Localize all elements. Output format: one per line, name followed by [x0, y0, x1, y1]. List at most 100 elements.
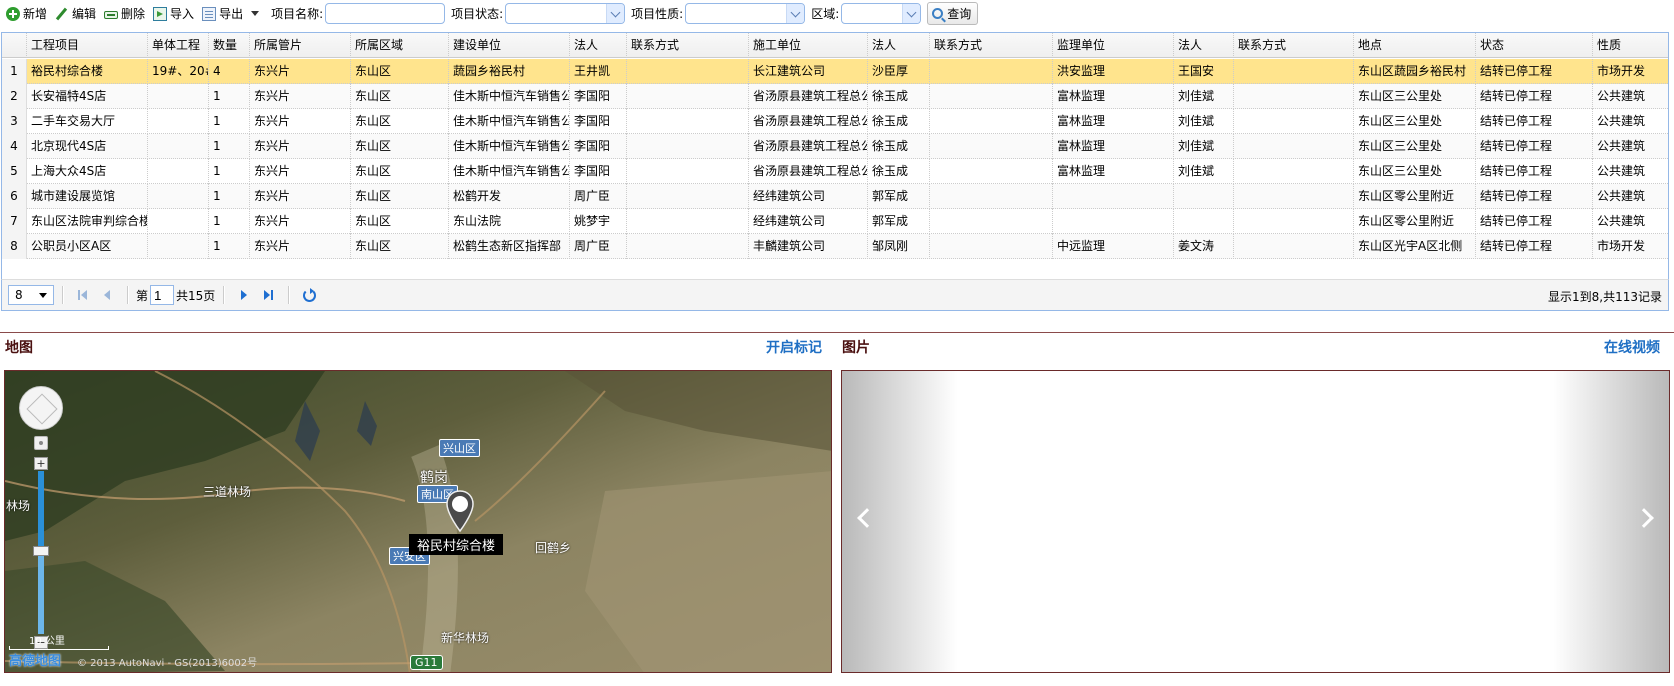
column-header[interactable]: 所属区域 — [351, 33, 449, 58]
picture-carousel[interactable] — [841, 370, 1670, 673]
chevron-down-icon[interactable] — [606, 4, 625, 23]
table-cell: 徐玉成 — [868, 159, 930, 184]
map-label-sanjiao: 三道林场 — [203, 485, 252, 499]
project-status-select[interactable] — [505, 3, 626, 24]
page-number-input[interactable] — [150, 285, 175, 305]
table-cell: 结转已停工程 — [1476, 59, 1593, 84]
column-header[interactable]: 所属管片 — [250, 33, 351, 58]
region-select[interactable] — [841, 3, 922, 24]
table-cell: 经纬建筑公司 — [749, 209, 868, 234]
pager-separator — [288, 286, 290, 304]
export-button[interactable]: 导出 — [200, 3, 265, 25]
table-row[interactable]: 7 东山区法院审判综合楼 1 东兴片 东山区 东山法院 姚梦宇 经纬建筑公司 郭军成 东山区零公里… — [2, 209, 1668, 234]
table-cell — [1234, 234, 1354, 259]
table-cell: 结转已停工程 — [1476, 84, 1593, 109]
column-header[interactable]: 建设单位 — [449, 33, 570, 58]
table-cell: 东山区三公里处 — [1354, 84, 1476, 109]
zoom-slider-thumb[interactable] — [33, 546, 49, 556]
zoom-slider-fill — [38, 551, 44, 634]
satellite-map[interactable]: + − 三道林场 林场 鹤岗 回鹤乡 新华林场 兴山区 南山区 兴安区 裕民村综… — [4, 370, 832, 673]
first-page-icon[interactable] — [74, 286, 92, 304]
chevron-down-icon[interactable] — [251, 11, 260, 16]
table-cell: 1 — [209, 234, 250, 259]
table-row[interactable]: 4 北京现代4S店 1 东兴片 东山区 佳木斯中恒汽车销售公 李国阳 省汤原县建筑工程总公 徐玉… — [2, 134, 1668, 159]
delete-icon — [104, 10, 119, 19]
table-cell: 19#、20# — [148, 59, 209, 84]
zoom-in-button[interactable]: + — [34, 457, 48, 470]
page-size-select[interactable]: 8 — [8, 285, 54, 305]
map-marker-pin-icon[interactable] — [445, 489, 475, 533]
table-row[interactable]: 5 上海大众4S店 1 东兴片 东山区 佳木斯中恒汽车销售公 李国阳 省汤原县建筑工程总公 徐玉… — [2, 159, 1668, 184]
map-copyright: © 2013 AutoNavi - GS(2013)6002号 — [77, 658, 258, 669]
table-cell: 丰麟建筑公司 — [749, 234, 868, 259]
table-cell: 郭军成 — [868, 184, 930, 209]
table-cell — [930, 159, 1053, 184]
refresh-icon[interactable] — [300, 286, 318, 304]
column-header[interactable]: 性质 — [1593, 33, 1668, 58]
table-cell — [1174, 184, 1234, 209]
table-row[interactable]: 2 长安福特4S店 1 东兴片 东山区 佳木斯中恒汽车销售公 李国阳 省汤原县建筑工程总公 徐玉… — [2, 84, 1668, 109]
last-page-icon[interactable] — [259, 286, 277, 304]
table-cell: 裕民村综合楼 — [27, 59, 148, 84]
column-header[interactable]: 联系方式 — [627, 33, 749, 58]
table-row[interactable]: 3 二手车交易大厅 1 东兴片 东山区 佳木斯中恒汽车销售公 李国阳 省汤原县建筑工程总公 徐玉… — [2, 109, 1668, 134]
column-header[interactable]: 单体工程 — [148, 33, 209, 58]
map-pan-control[interactable] — [19, 386, 63, 430]
online-video-link[interactable]: 在线视频 — [1604, 337, 1660, 357]
column-header[interactable]: 联系方式 — [1234, 33, 1354, 58]
edit-button[interactable]: 编辑 — [53, 3, 102, 25]
table-cell: 长江建筑公司 — [749, 59, 868, 84]
column-header[interactable]: 状态 — [1476, 33, 1593, 58]
table-cell: 结转已停工程 — [1476, 234, 1593, 259]
table-cell: 蔬园乡裕民村 — [449, 59, 570, 84]
table-row[interactable]: 6 城市建设展览馆 1 东兴片 东山区 松鹤开发 周广臣 经纬建筑公司 郭军成 东山区零公里附近结… — [2, 184, 1668, 209]
query-button[interactable]: 查询 — [927, 2, 979, 25]
column-header[interactable]: 法人 — [1174, 33, 1234, 58]
column-header[interactable]: 监理单位 — [1053, 33, 1174, 58]
column-header[interactable]: 数量 — [209, 33, 250, 58]
column-header[interactable]: 法人 — [570, 33, 627, 58]
table-cell: 东山区法院审判综合楼 — [27, 209, 148, 234]
table-cell: 洪安监理 — [1053, 59, 1174, 84]
carousel-prev-icon[interactable] — [857, 508, 877, 528]
table-cell — [1234, 184, 1354, 209]
table-cell: 东兴片 — [250, 109, 351, 134]
table-cell — [1234, 134, 1354, 159]
divider — [0, 332, 1674, 333]
prev-page-icon[interactable] — [98, 286, 116, 304]
table-cell: 市场开发 — [1593, 234, 1668, 259]
table-cell — [930, 134, 1053, 159]
table-cell — [148, 134, 209, 159]
table-cell — [1053, 209, 1174, 234]
picture-panel-title: 图片 — [842, 340, 870, 356]
column-header[interactable]: 法人 — [868, 33, 930, 58]
chevron-down-icon[interactable] — [786, 4, 805, 23]
project-nature-select[interactable] — [685, 3, 806, 24]
table-row[interactable]: 1 裕民村综合楼 19#、20# 4 东兴片 东山区 蔬园乡裕民村 王井凯 长江建筑公司 沙臣厚洪… — [2, 59, 1668, 84]
project-name-input[interactable] — [325, 3, 446, 24]
column-header[interactable]: 联系方式 — [930, 33, 1053, 58]
table-cell: 市场开发 — [1593, 59, 1668, 84]
map-label-farm: 新华林场 — [441, 631, 490, 645]
table-cell: 结转已停工程 — [1476, 134, 1593, 159]
map-location-button[interactable] — [34, 436, 48, 450]
column-header[interactable]: 地点 — [1354, 33, 1476, 58]
import-button[interactable]: 导入 — [151, 3, 200, 25]
delete-button[interactable]: 删除 — [102, 3, 151, 25]
column-header[interactable]: 工程项目 — [27, 33, 148, 58]
table-cell: 佳木斯中恒汽车销售公 — [449, 134, 570, 159]
table-cell — [148, 184, 209, 209]
map-marker-label[interactable]: 裕民村综合楼 — [409, 534, 504, 555]
add-button[interactable]: 新增 — [4, 3, 53, 25]
chevron-down-icon[interactable] — [902, 4, 921, 23]
table-row[interactable]: 8 公职员小区A区 1 东兴片 东山区 松鹤生态新区指挥部 周广臣 丰麟建筑公司 邹凤刚 中远监理… — [2, 234, 1668, 259]
table-cell: 富林监理 — [1053, 84, 1174, 109]
column-header[interactable]: 施工单位 — [749, 33, 868, 58]
map-scale-label: 10 公里 — [29, 636, 65, 647]
table-cell — [930, 209, 1053, 234]
table-cell — [930, 234, 1053, 259]
map-label-linchang: 林场 — [6, 499, 31, 513]
carousel-next-icon[interactable] — [1634, 508, 1654, 528]
next-page-icon[interactable] — [235, 286, 253, 304]
toggle-marker-link[interactable]: 开启标记 — [766, 337, 822, 357]
